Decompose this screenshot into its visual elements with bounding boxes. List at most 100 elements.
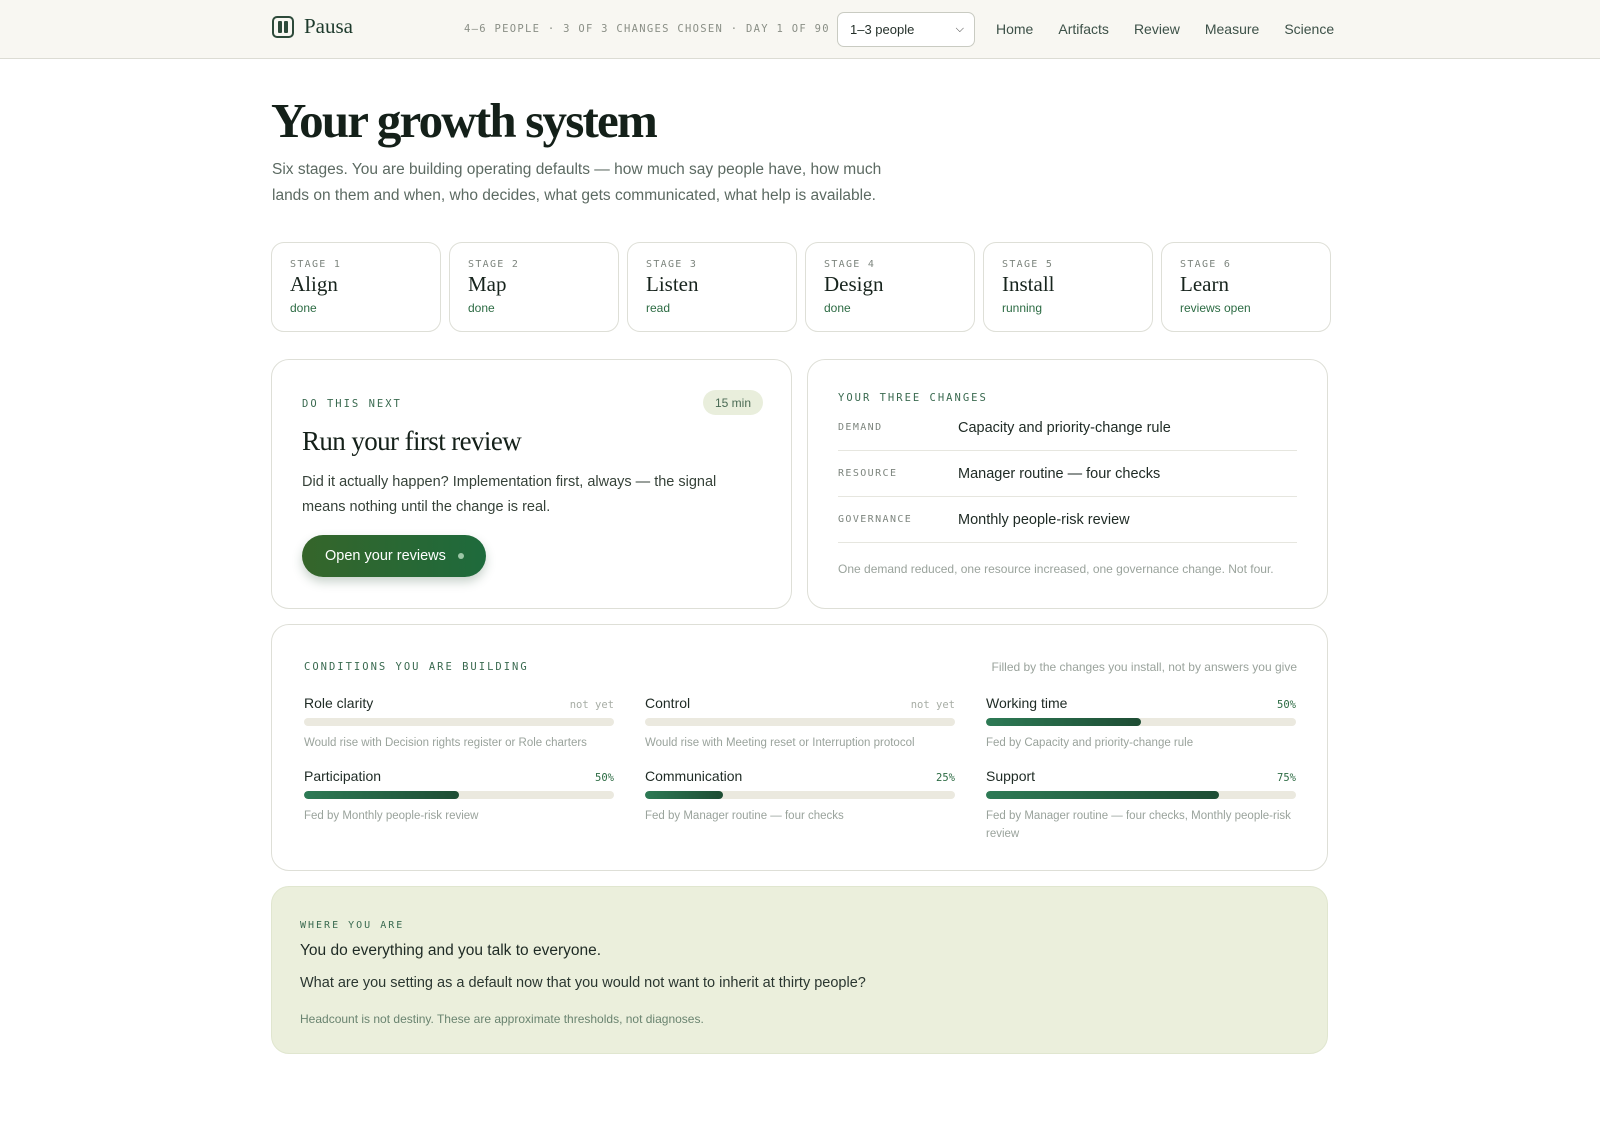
stage-name: Design (824, 272, 884, 296)
condition-value: 25% (936, 772, 955, 784)
change-key: GOVERNANCE (838, 514, 913, 525)
stage-card-align[interactable]: STAGE 1 Align done (271, 242, 441, 332)
stage-status: done (290, 301, 317, 315)
stage-status: read (646, 301, 671, 315)
condition-value: not yet (910, 699, 955, 711)
stage-card-map[interactable]: STAGE 2 Map done (449, 242, 619, 332)
condition-label: Support (986, 768, 1036, 784)
nav-home[interactable]: Home (996, 21, 1033, 37)
stage-card-learn[interactable]: STAGE 6 Learn reviews open (1161, 242, 1331, 332)
condition-role-clarity: Role clarity not yet Would rise with Dec… (304, 695, 614, 752)
where-statement: You do everything and you talk to everyo… (300, 942, 602, 959)
condition-fill (304, 791, 459, 799)
condition-communication: Communication 25% Fed by Manager routine… (645, 768, 955, 825)
stage-status: done (824, 301, 851, 315)
team-size-value: 1–3 people (850, 22, 915, 37)
condition-sub: Would rise with Decision rights register… (304, 737, 587, 749)
where-question: What are you setting as a default now th… (300, 975, 866, 991)
stage-name: Map (468, 272, 507, 296)
change-key: DEMAND (838, 422, 883, 433)
stage-list: STAGE 1 Align done STAGE 2 Map done STAG… (271, 242, 1331, 332)
stage-name: Learn (1180, 272, 1229, 296)
change-row-governance[interactable]: GOVERNANCE Monthly people-risk review (838, 497, 1297, 543)
stage-name: Align (290, 272, 338, 296)
condition-track (645, 718, 955, 726)
stage-number: STAGE 5 (1002, 259, 1054, 270)
nav-artifacts[interactable]: Artifacts (1058, 21, 1109, 37)
stage-number: STAGE 4 (824, 259, 876, 270)
stage-status: running (1002, 301, 1043, 315)
page-subtitle: Six stages. You are building operating d… (272, 161, 882, 204)
change-value: Manager routine — four checks (958, 465, 1161, 482)
stage-card-install[interactable]: STAGE 5 Install running (983, 242, 1153, 332)
duration-badge: 15 min (702, 390, 763, 415)
condition-label: Communication (645, 768, 743, 784)
condition-value: 75% (1277, 772, 1296, 784)
change-value: Capacity and priority-change rule (958, 419, 1171, 436)
open-reviews-button[interactable]: Open your reviews (302, 535, 486, 577)
conditions-note: Filled by the changes you install, not b… (991, 660, 1297, 674)
change-row-resource[interactable]: RESOURCE Manager routine — four checks (838, 451, 1297, 497)
chevron-down-icon: ⌵ (955, 23, 964, 35)
condition-sub: Fed by Capacity and priority-change rule (986, 737, 1194, 749)
brand[interactable]: Pausa (272, 14, 353, 39)
nav-measure[interactable]: Measure (1205, 21, 1259, 37)
next-action-card: DO THIS NEXT 15 min Run your first revie… (271, 359, 792, 609)
main-nav: Home Artifacts Review Measure Science (996, 21, 1359, 37)
stage-number: STAGE 1 (290, 259, 342, 270)
condition-track (304, 718, 614, 726)
condition-sub: Fed by Manager routine — four checks, Mo… (986, 810, 1291, 840)
stage-status: done (468, 301, 495, 315)
condition-sub: Fed by Monthly people-risk review (304, 810, 479, 822)
change-row-demand[interactable]: DEMAND Capacity and priority-change rule (838, 405, 1297, 451)
next-eyebrow: DO THIS NEXT (302, 398, 402, 410)
three-changes-card: YOUR THREE CHANGES DEMAND Capacity and p… (807, 359, 1328, 609)
condition-track (986, 791, 1296, 799)
stage-number: STAGE 6 (1180, 259, 1232, 270)
condition-working-time: Working time 50% Fed by Capacity and pri… (986, 695, 1296, 752)
brand-name: Pausa (304, 14, 353, 38)
where-eyebrow: WHERE YOU ARE (300, 920, 405, 931)
open-reviews-label: Open your reviews (325, 548, 446, 564)
conditions-eyebrow: CONDITIONS YOU ARE BUILDING (304, 661, 529, 673)
nav-review[interactable]: Review (1134, 21, 1180, 37)
stage-card-listen[interactable]: STAGE 3 Listen read (627, 242, 797, 332)
condition-label: Role clarity (304, 695, 374, 711)
condition-participation: Participation 50% Fed by Monthly people-… (304, 768, 614, 825)
progress-meta: 4–6 PEOPLE · 3 OF 3 CHANGES CHOSEN · DAY… (464, 23, 830, 35)
changes-note: One demand reduced, one resource increas… (838, 562, 1274, 576)
condition-control: Control not yet Would rise with Meeting … (645, 695, 955, 752)
nav-science[interactable]: Science (1284, 21, 1334, 37)
condition-label: Participation (304, 768, 382, 784)
stage-name: Install (1002, 272, 1055, 296)
change-value: Monthly people-risk review (958, 511, 1130, 528)
stage-number: STAGE 2 (468, 259, 520, 270)
condition-support: Support 75% Fed by Manager routine — fou… (986, 768, 1296, 843)
next-body: Did it actually happen? Implementation f… (302, 474, 717, 515)
condition-value: not yet (569, 699, 614, 711)
top-bar: Pausa 4–6 PEOPLE · 3 OF 3 CHANGES CHOSEN… (0, 0, 1600, 59)
dot-icon (457, 553, 464, 559)
next-title: Run your first review (302, 426, 522, 456)
condition-sub: Would rise with Meeting reset or Interru… (645, 737, 915, 749)
stage-name: Listen (646, 272, 699, 296)
condition-track (986, 718, 1296, 726)
condition-fill (645, 791, 723, 799)
condition-fill (986, 791, 1219, 799)
conditions-card: CONDITIONS YOU ARE BUILDING Filled by th… (271, 624, 1328, 871)
condition-track (645, 791, 955, 799)
pause-logo-icon (272, 15, 294, 38)
condition-value: 50% (1277, 699, 1296, 711)
change-key: RESOURCE (838, 468, 898, 479)
stage-number: STAGE 3 (646, 259, 698, 270)
page-title: Your growth system (271, 93, 658, 148)
condition-track (304, 791, 614, 799)
condition-sub: Fed by Manager routine — four checks (645, 810, 844, 822)
condition-fill (986, 718, 1141, 726)
condition-label: Control (645, 695, 691, 711)
condition-label: Working time (986, 695, 1068, 711)
stage-card-design[interactable]: STAGE 4 Design done (805, 242, 975, 332)
team-size-select[interactable]: 1–3 people ⌵ (837, 12, 975, 47)
condition-value: 50% (595, 772, 614, 784)
where-you-are-panel: WHERE YOU ARE You do everything and you … (271, 886, 1328, 1054)
